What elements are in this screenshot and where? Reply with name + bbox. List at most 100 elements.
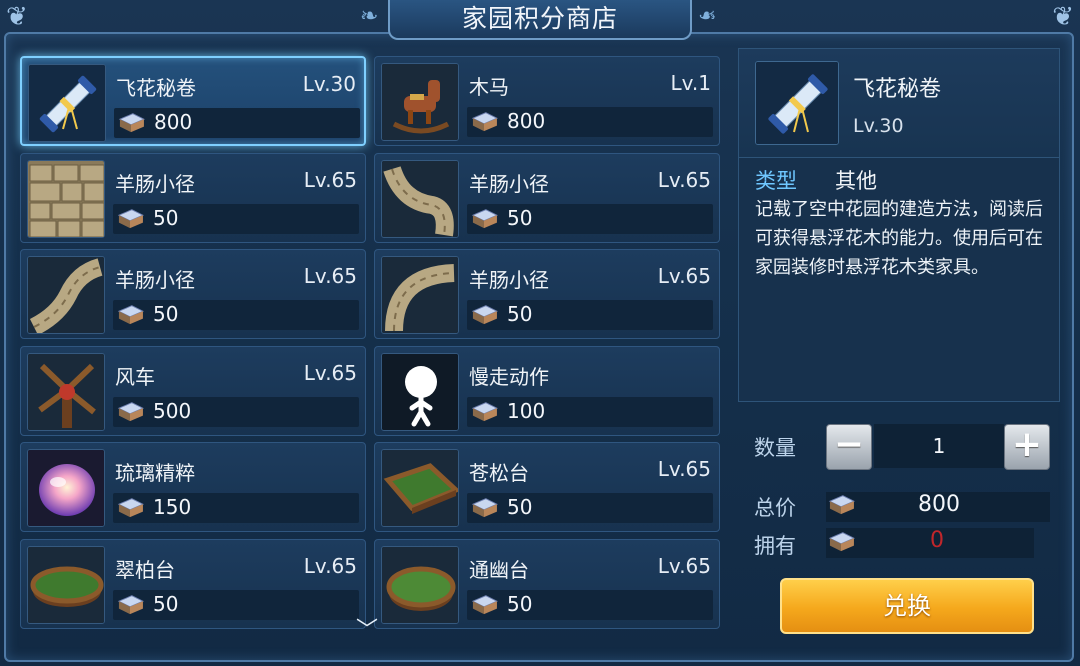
scroll-icon — [755, 61, 839, 145]
shop-point-icon — [828, 495, 856, 515]
item-level: Lv.1 — [670, 71, 711, 95]
item-level: Lv.65 — [303, 264, 357, 288]
minus-icon: − — [833, 424, 865, 465]
windmill-icon — [27, 352, 105, 431]
shop-title: 家园积分商店 — [461, 4, 618, 33]
item-level: Lv.65 — [303, 553, 357, 578]
shop-item-card[interactable]: 慢走动作 100 — [374, 345, 720, 436]
shop-point-icon — [471, 498, 499, 518]
total-price-value: 800 — [918, 492, 960, 517]
item-level: Lv.65 — [657, 167, 711, 192]
item-name: 琉璃精粹 — [115, 461, 195, 485]
title-ornament-right-icon: ❧ — [698, 4, 717, 29]
item-name: 风车 — [115, 364, 155, 389]
shop-item-card[interactable]: 羊肠小径 Lv.65 50 — [374, 249, 720, 339]
item-price: 50 — [507, 591, 533, 616]
arc-path-icon — [381, 256, 459, 334]
shop-item-card[interactable]: 苍松台 Lv.65 50 — [374, 442, 720, 532]
type-label: 类型 — [755, 169, 797, 193]
owned-label: 拥有 — [754, 534, 796, 558]
detail-item-name: 飞花秘卷 — [853, 77, 942, 102]
shop-item-card[interactable]: 羊肠小径 Lv.65 50 — [374, 152, 720, 243]
item-price: 800 — [154, 110, 193, 134]
square-platform-icon — [381, 449, 459, 527]
corner-ornament-icon: ❦ — [1052, 2, 1074, 32]
item-price: 800 — [507, 109, 546, 133]
item-name: 苍松台 — [469, 461, 529, 485]
item-price-bar: 50 — [467, 493, 713, 523]
item-price: 50 — [153, 302, 179, 326]
walking-figure-icon — [381, 352, 459, 431]
shop-point-icon — [118, 113, 146, 133]
shop-item-card[interactable]: 飞花秘卷 Lv.30 800 — [20, 56, 366, 146]
item-name: 翠柏台 — [115, 557, 175, 582]
shop-point-icon — [471, 401, 499, 421]
shop-point-icon — [117, 498, 145, 518]
item-price-bar: 800 — [467, 107, 713, 137]
item-name: 木马 — [469, 75, 509, 99]
shop-item-card[interactable]: 风车 Lv.65 500 — [20, 345, 366, 436]
item-price: 50 — [507, 495, 533, 519]
item-level: Lv.65 — [303, 360, 357, 385]
item-price: 50 — [153, 205, 179, 230]
item-level: Lv.65 — [303, 167, 357, 192]
item-price-bar: 50 — [113, 203, 359, 234]
shop-item-card[interactable]: 琉璃精粹 150 — [20, 442, 366, 532]
shop-point-icon — [117, 401, 145, 421]
stone-path-icon — [27, 159, 105, 238]
type-value: 其他 — [835, 169, 877, 193]
scroll-down-chevron-icon[interactable]: ﹀ — [356, 612, 378, 644]
shop-point-icon — [828, 532, 856, 552]
scroll-icon — [28, 64, 106, 142]
item-price: 100 — [507, 398, 546, 423]
item-name: 羊肠小径 — [469, 171, 549, 196]
shop-point-icon — [117, 305, 145, 325]
round-platform-icon — [381, 545, 459, 624]
shop-point-icon — [117, 208, 145, 228]
shop-point-icon — [471, 594, 499, 614]
item-level: Lv.30 — [302, 72, 356, 96]
item-price: 150 — [153, 495, 192, 519]
item-price-bar: 50 — [467, 300, 713, 330]
item-level: Lv.65 — [657, 553, 711, 578]
item-level: Lv.65 — [657, 457, 711, 481]
title-plate: 家园积分商店 — [388, 0, 692, 40]
quantity-label: 数量 — [754, 436, 796, 460]
rocking-horse-icon — [381, 63, 459, 141]
owned-value: 0 — [930, 528, 944, 553]
shop-item-card[interactable]: 木马 Lv.1 800 — [374, 56, 720, 146]
shop-point-icon — [117, 594, 145, 614]
shop-item-card[interactable]: 通幽台 Lv.65 50 — [374, 538, 720, 629]
item-description: 记载了空中花园的建造方法，阅读后可获得悬浮花木的能力。使用后可在家园装修时悬浮花… — [755, 199, 1043, 278]
item-name: 羊肠小径 — [115, 171, 195, 196]
item-price-bar: 500 — [113, 396, 359, 427]
item-name: 飞花秘卷 — [116, 76, 196, 100]
item-price: 50 — [153, 591, 179, 616]
shop-point-icon — [471, 208, 499, 228]
shop-point-icon — [471, 305, 499, 325]
increase-button[interactable]: + — [1004, 424, 1050, 470]
item-price-bar: 150 — [113, 493, 359, 523]
exchange-button[interactable]: 兑换 — [780, 578, 1034, 634]
quantity-field[interactable]: 1 — [874, 424, 1004, 468]
item-name: 羊肠小径 — [469, 268, 549, 292]
item-price-bar: 50 — [113, 300, 359, 330]
item-price-bar: 100 — [467, 396, 713, 427]
item-price-bar: 50 — [113, 589, 359, 620]
diagonal-path-icon — [27, 256, 105, 334]
title-ornament-left-icon: ❧ — [360, 4, 379, 29]
corner-ornament-icon: ❦ — [6, 2, 28, 32]
item-price-bar: 50 — [467, 203, 713, 234]
shop-item-card[interactable]: 羊肠小径 Lv.65 50 — [20, 249, 366, 339]
item-price-bar: 800 — [114, 108, 360, 138]
item-price-bar: 50 — [467, 589, 713, 620]
shop-item-card[interactable]: 羊肠小径 Lv.65 50 — [20, 152, 366, 243]
total-price-label: 总价 — [754, 496, 796, 520]
item-detail-panel: 飞花秘卷 Lv.30 类型 其他 记载了空中花园的建造方法，阅读后可获得悬浮花木… — [738, 48, 1060, 402]
shop-item-card[interactable]: 翠柏台 Lv.65 50 — [20, 538, 366, 629]
item-name: 羊肠小径 — [115, 268, 195, 292]
shop-point-icon — [471, 112, 499, 132]
crystal-gem-icon — [27, 449, 105, 527]
plus-icon: + — [1011, 424, 1043, 465]
decrease-button[interactable]: − — [826, 424, 872, 470]
